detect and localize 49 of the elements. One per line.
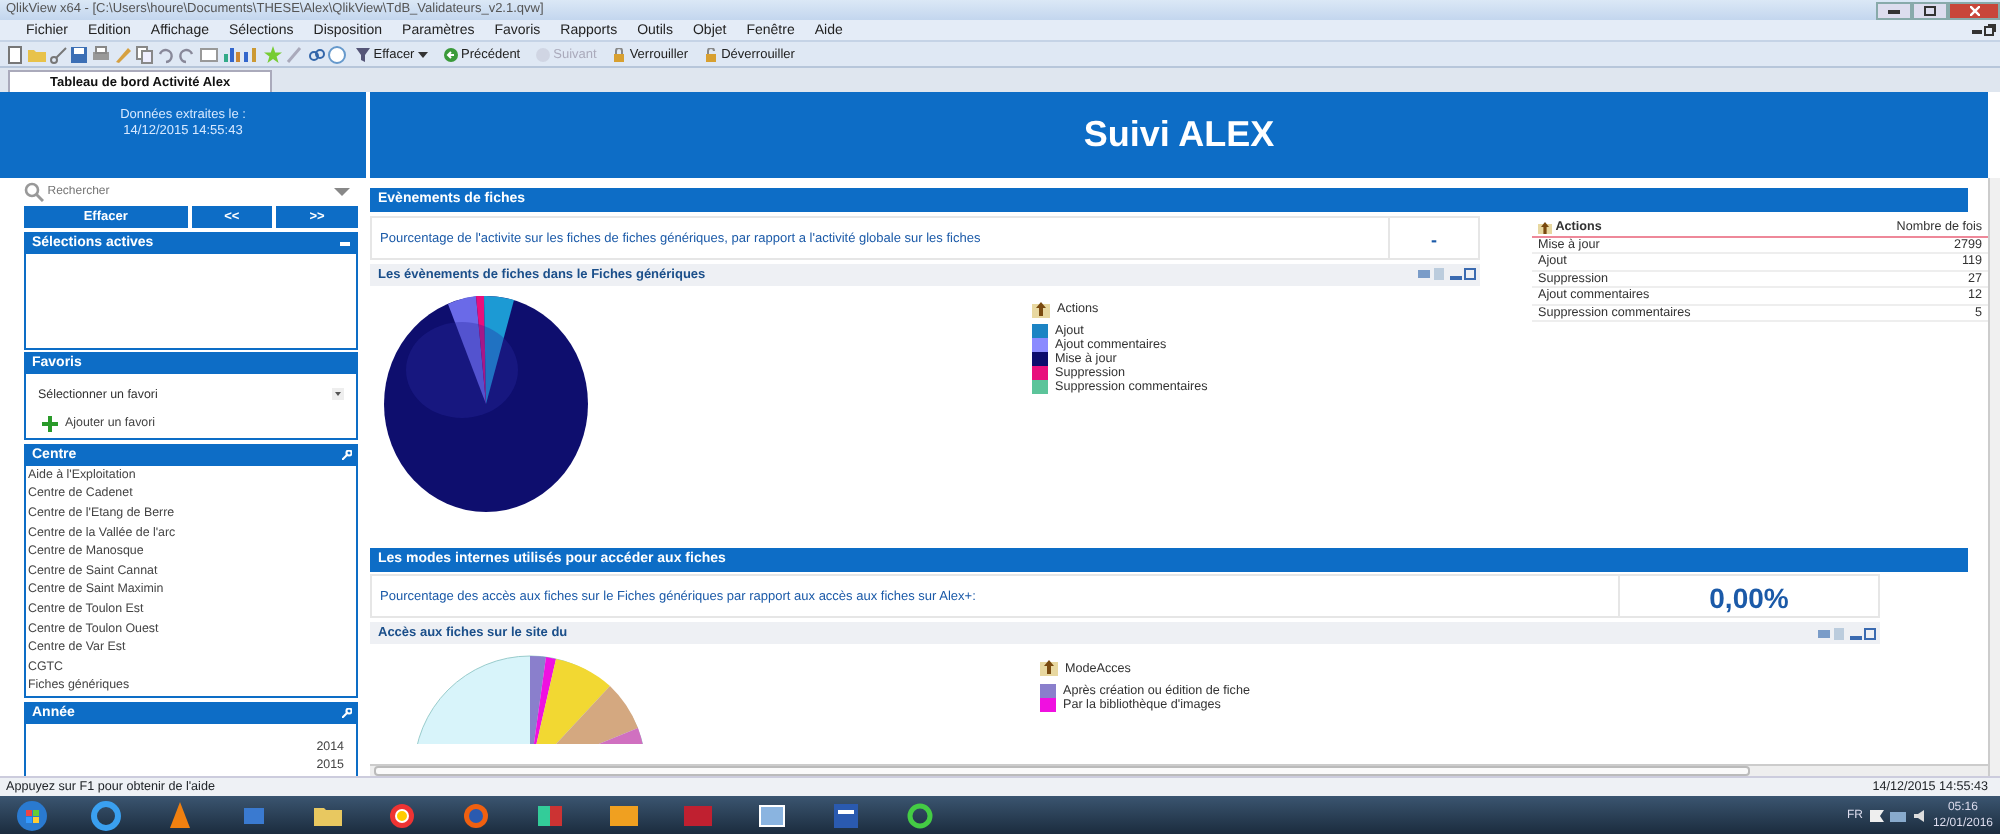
flag-icon[interactable] [1869,809,1884,821]
sort-arrow-icon[interactable] [1040,660,1058,676]
chart-icon[interactable] [221,45,239,63]
network-icon[interactable] [1890,809,1907,821]
redo-icon[interactable] [178,45,196,63]
filter-icon [356,47,370,61]
ring-icon[interactable] [386,799,418,831]
sort-arrow-icon[interactable] [1032,301,1050,317]
maximize-icon[interactable] [1464,268,1477,280]
caret-icon [417,51,428,57]
collapse-icon[interactable] [340,239,350,247]
table-icon[interactable] [199,45,218,63]
vertical-scrollbar[interactable] [1988,178,2000,776]
lock-icon [612,47,627,61]
dropdown-caret-icon [332,388,344,401]
link-icon[interactable] [307,45,325,63]
horizontal-scrollbar[interactable] [370,764,1988,776]
plus-icon [42,416,58,433]
minimize-button[interactable] [1876,1,1912,19]
print-icon[interactable] [1418,268,1430,280]
search-icon[interactable] [342,449,352,460]
maximize-icon [1924,5,1936,15]
dropdown-caret-icon [334,188,350,196]
speaker-icon[interactable] [1913,809,1926,821]
print-icon[interactable] [92,45,110,63]
back-arrow-icon [443,47,458,61]
restore-icon[interactable] [1984,24,1997,36]
search-icon [24,182,44,202]
window-icon[interactable] [756,799,788,831]
save-icon[interactable] [70,45,89,63]
print-icon[interactable] [1818,627,1830,639]
kpi-value: - [1388,217,1478,258]
minimize-icon [1888,6,1900,14]
close-button[interactable] [1948,1,2000,19]
star-icon[interactable] [264,45,282,63]
bar-chart-icon[interactable] [242,45,261,63]
maximize-icon[interactable] [1864,627,1877,639]
document-icon[interactable] [830,799,862,831]
unlock-icon [703,47,718,61]
minimize-icon[interactable] [1971,24,1981,34]
dashboard-title: Suivi ALEX [1083,112,1275,158]
start-button-icon[interactable] [16,799,48,831]
copy-icon[interactable] [135,45,153,63]
maximize-button[interactable] [1912,1,1948,19]
undo-icon[interactable] [156,45,175,63]
kpi-value: 0,00% [1618,576,1878,617]
search-icon[interactable] [342,707,352,718]
close-icon [1969,5,1979,15]
sort-arrow-icon[interactable] [1538,221,1552,234]
